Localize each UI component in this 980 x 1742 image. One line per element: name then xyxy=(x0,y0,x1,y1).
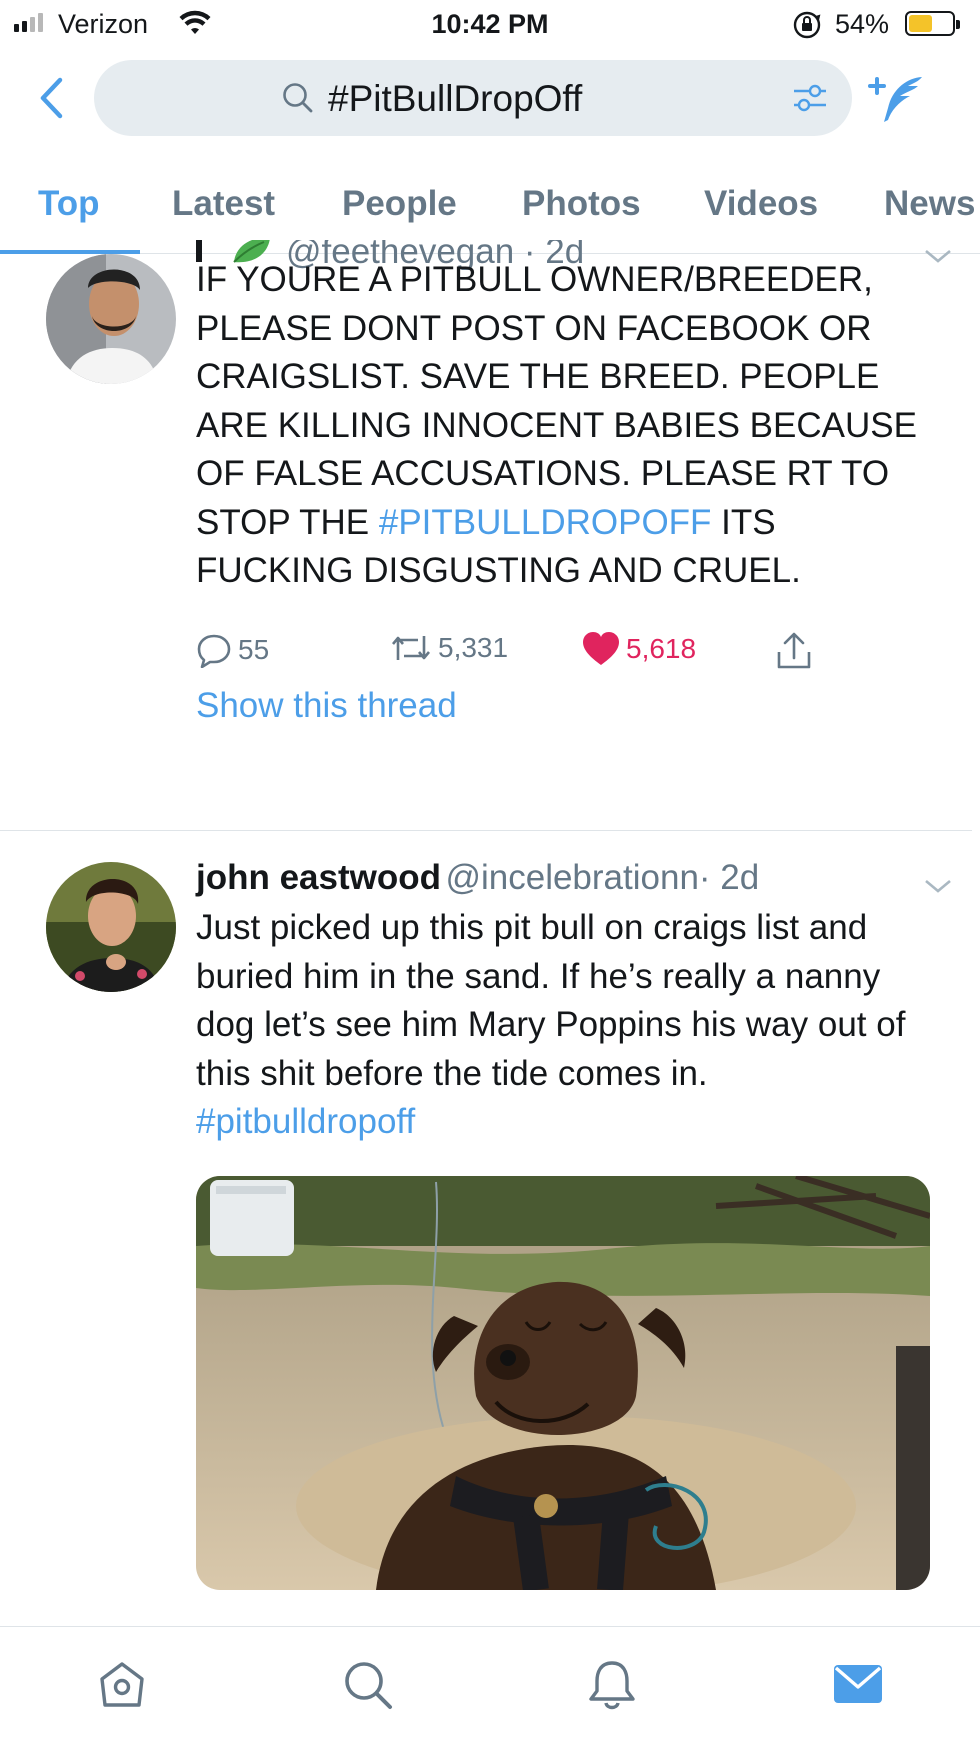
show-thread-link[interactable]: Show this thread xyxy=(196,686,457,726)
home-icon[interactable] xyxy=(96,1659,148,1711)
reply-button[interactable]: 55 xyxy=(196,632,269,668)
bottom-tab-bar xyxy=(0,1626,980,1742)
chevron-down-icon[interactable] xyxy=(924,248,952,264)
reply-icon xyxy=(197,634,231,668)
tab-people[interactable]: People xyxy=(342,184,457,224)
tweet-divider xyxy=(0,830,972,831)
orientation-lock-icon xyxy=(793,11,821,39)
tweet-text-body: Just picked up this pit bull on craigs l… xyxy=(196,908,906,1093)
search-input[interactable]: #PitBullDropOff xyxy=(94,60,852,136)
share-icon xyxy=(777,632,811,669)
share-button[interactable] xyxy=(776,632,812,670)
tweet[interactable]: @feethevegan · 2d IF YOURE A PITBULL OWN… xyxy=(0,240,972,830)
hashtag-link[interactable]: #pitbulldropoff xyxy=(196,1102,415,1141)
tab-videos[interactable]: Videos xyxy=(704,184,818,224)
like-count: 5,618 xyxy=(626,633,697,664)
messages-icon[interactable] xyxy=(832,1659,884,1711)
tab-top[interactable]: Top xyxy=(38,184,100,224)
tweet-header: john eastwood @incelebrationn· 2d xyxy=(196,858,926,906)
tab-latest[interactable]: Latest xyxy=(172,184,275,224)
retweet-button[interactable]: 5,331 xyxy=(390,632,508,664)
avatar[interactable] xyxy=(46,862,176,992)
search-icon[interactable] xyxy=(342,1659,394,1711)
like-button[interactable]: 5,618 xyxy=(582,632,696,666)
chevron-down-icon[interactable] xyxy=(924,878,952,894)
tweet-handle[interactable]: @incelebrationn xyxy=(445,858,698,897)
heart-icon xyxy=(583,632,619,665)
retweet-count: 5,331 xyxy=(438,632,509,663)
tweet-time: · 2d xyxy=(698,858,760,897)
search-query: #PitBullDropOff xyxy=(328,78,583,119)
tweet-text: IF YOURE A PITBULL OWNER/BREEDER, PLEASE… xyxy=(196,256,926,596)
notifications-icon[interactable] xyxy=(586,1659,638,1711)
compose-tweet-icon[interactable] xyxy=(866,74,926,126)
battery-icon xyxy=(905,11,960,36)
filter-icon[interactable] xyxy=(792,82,828,114)
status-bar: Verizon 10:42 PM 54% xyxy=(0,0,980,52)
clock: 10:42 PM xyxy=(431,9,549,39)
tweet-photo[interactable] xyxy=(196,1176,930,1590)
tweet-text: Just picked up this pit bull on craigs l… xyxy=(196,904,926,1147)
tweet-actions: 55 5,331 5,618 xyxy=(196,632,816,678)
tweet-author-name[interactable]: john eastwood xyxy=(196,858,441,897)
hashtag-link[interactable]: #PITBULLDROPOFF xyxy=(379,503,712,542)
retweet-icon xyxy=(392,636,430,660)
back-icon[interactable] xyxy=(38,76,64,120)
battery-percent: 54% xyxy=(835,9,890,39)
tab-news[interactable]: News xyxy=(884,184,975,224)
tab-photos[interactable]: Photos xyxy=(522,184,641,224)
reply-count: 55 xyxy=(238,634,270,665)
avatar[interactable] xyxy=(46,254,176,384)
tweet-text-body: IF YOURE A PITBULL OWNER/BREEDER, PLEASE… xyxy=(196,260,917,542)
search-icon xyxy=(283,83,313,113)
